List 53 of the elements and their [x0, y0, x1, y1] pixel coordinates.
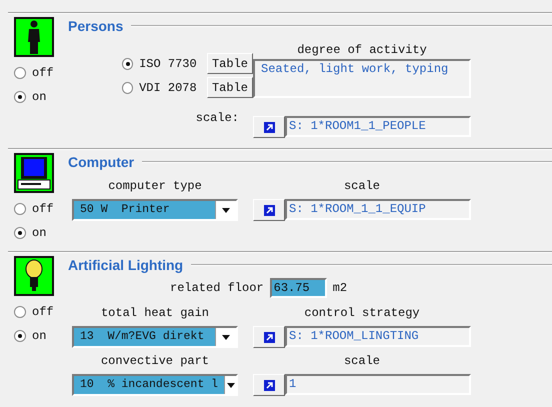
link-button[interactable] [253, 116, 285, 138]
radio-label: ISO 7730 [139, 56, 198, 70]
field-label: scale [344, 178, 380, 195]
arrow-square-icon [264, 380, 274, 390]
arrow-square-icon [264, 122, 274, 132]
field-label: convective part [100, 353, 210, 370]
link-button[interactable] [253, 326, 285, 348]
section-title: Computer [68, 154, 134, 170]
activity-field[interactable]: Seated, light work, typing [253, 59, 471, 98]
text-field[interactable]: S: 1*ROOM1_1_PEOPLE [285, 116, 471, 137]
table-button[interactable]: Table [206, 53, 253, 74]
section-title: Artificial Lighting [68, 257, 184, 273]
caret-icon [222, 208, 230, 212]
field-label: degree of activity [296, 42, 428, 59]
text-field[interactable]: S: 1*ROOM_1_1_EQUIP [285, 199, 471, 220]
radio-label: on [32, 329, 46, 343]
radio-button[interactable] [14, 227, 26, 239]
radio-button[interactable] [14, 67, 26, 79]
text-field[interactable]: S: 1*ROOM_LINGTING [285, 326, 471, 347]
radio-label: off [32, 66, 54, 80]
radio-label: off [32, 305, 54, 319]
dropdown[interactable]: 13 W/m?EVG direkt [72, 326, 238, 348]
radio-label: on [32, 90, 46, 104]
arrow-square-icon [264, 332, 274, 342]
field-label: scale [344, 353, 380, 370]
radio-button[interactable] [14, 203, 26, 215]
radio-button[interactable] [14, 91, 26, 103]
caret-icon [226, 382, 235, 388]
field-label: related floor [170, 281, 264, 295]
text-field[interactable]: 1 [285, 374, 471, 395]
table-button[interactable]: Table [206, 77, 253, 98]
radio-button[interactable] [14, 330, 26, 342]
radio-label: VDI 2078 [139, 80, 198, 94]
field-label: control strategy [304, 305, 420, 322]
person-icon [26, 20, 42, 54]
arrow-square-icon [264, 204, 274, 216]
dropdown[interactable]: 10 % incandescent l [72, 374, 238, 396]
field-label: computer type [108, 178, 202, 195]
radio-label: on [32, 226, 46, 240]
field-label: scale: [196, 111, 239, 125]
radio-button[interactable] [122, 82, 134, 94]
link-button[interactable] [253, 199, 285, 221]
section-title: Persons [68, 18, 124, 34]
radio-button[interactable] [122, 58, 134, 70]
link-button[interactable] [253, 374, 285, 396]
field-label: total heat gain [100, 305, 210, 322]
unit-label: m2 [332, 281, 348, 295]
caret-icon [222, 334, 230, 340]
radio-label: off [32, 202, 54, 216]
floor-field[interactable]: 63.75 [270, 278, 327, 298]
light-bulb-icon [24, 259, 44, 293]
dropdown[interactable]: 50 W Printer [72, 199, 238, 221]
radio-button[interactable] [14, 306, 26, 318]
